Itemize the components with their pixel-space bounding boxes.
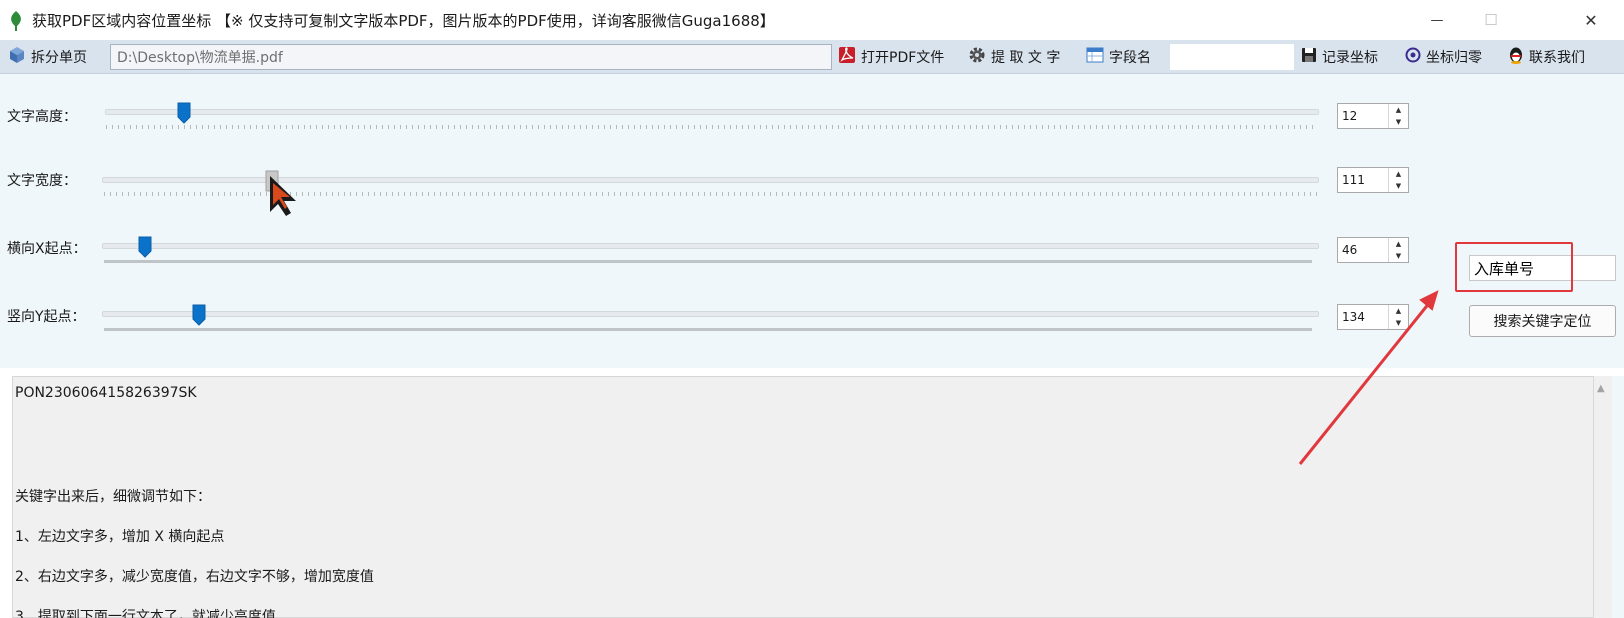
field-name-label: 字段名 [1109,50,1151,66]
toolbar: 拆分单页 打开PDF文件 提 取 文 字 [0,40,1624,74]
annotation-highlight-box [1455,242,1573,292]
control-panel: 文字高度： 12 ▲ ▼ 文字宽度： 111 ▲ ▼ 横向X起点： 46 ▲ ▼… [0,74,1624,368]
decrement-arrow-icon[interactable]: ▼ [1389,317,1408,329]
text-width-ticks [104,192,1318,196]
x-start-track [102,243,1319,249]
file-path-input[interactable] [110,44,832,70]
field-name-button[interactable]: 字段名 [1086,45,1151,69]
split-page-label: 拆分单页 [31,50,87,66]
maximize-icon: ☐ [1484,11,1498,29]
minimize-button[interactable]: — [1417,6,1457,34]
x-start-baseline [104,260,1312,263]
scroll-up-arrow-icon[interactable]: ▲ [1597,383,1605,394]
x-start-label: 横向X起点： [7,241,87,257]
output-line: 3、提取到下面一行文本了，就减少高度值 [15,609,276,618]
right-edge [1612,376,1624,618]
text-height-value: 12 [1342,109,1358,123]
x-start-value: 46 [1342,243,1358,257]
gear-icon [968,46,986,68]
y-start-thumb[interactable] [192,304,206,326]
y-start-baseline [104,328,1312,331]
reset-coords-label: 坐标归零 [1426,50,1482,66]
text-height-thumb[interactable] [177,102,191,124]
close-icon: ✕ [1584,10,1598,30]
leaf-icon [9,11,23,35]
pdf-icon [838,46,856,68]
output-text-area[interactable]: PON230606415826397SK 关键字出来后，细微调节如下： 1、左边… [12,376,1594,618]
field-name-input[interactable] [1170,44,1294,70]
text-width-arrows: ▲ ▼ [1388,168,1408,192]
text-height-track [105,109,1319,115]
maximize-button[interactable]: ☐ [1471,6,1511,34]
text-width-label: 文字宽度： [7,173,77,189]
open-pdf-label: 打开PDF文件 [861,50,945,66]
y-start-spinner[interactable]: 134 ▲ ▼ [1337,304,1409,330]
window-title: 获取PDF区域内容位置坐标 【※ 仅支持可复制文字版本PDF，图片版本的PDF使… [32,12,775,30]
extract-text-button[interactable]: 提 取 文 字 [968,45,1060,69]
output-scrollbar[interactable]: ▲ [1594,376,1612,618]
output-line: 关键字出来后，细微调节如下： [15,489,211,505]
extract-text-label: 提 取 文 字 [991,50,1061,66]
text-width-value: 111 [1342,173,1365,187]
search-keyword-button[interactable]: 搜索关键字定位 [1469,305,1616,337]
minimize-icon: — [1430,12,1444,28]
penguin-icon [1508,46,1524,68]
text-width-spinner[interactable]: 111 ▲ ▼ [1337,167,1409,193]
y-start-value: 134 [1342,310,1365,324]
text-height-arrows: ▲ ▼ [1388,104,1408,128]
y-start-track [102,311,1319,317]
x-start-spinner[interactable]: 46 ▲ ▼ [1337,237,1409,263]
record-coords-label: 记录坐标 [1322,50,1378,66]
cube-icon [8,46,26,68]
decrement-arrow-icon[interactable]: ▼ [1389,116,1408,128]
open-pdf-button[interactable]: 打开PDF文件 [838,45,944,69]
text-height-label: 文字高度： [7,109,77,125]
increment-arrow-icon[interactable]: ▲ [1389,238,1408,250]
output-line: PON230606415826397SK [15,385,197,401]
save-icon [1301,47,1317,67]
decrement-arrow-icon[interactable]: ▼ [1389,180,1408,192]
text-width-thumb[interactable] [265,170,279,192]
close-button[interactable]: ✕ [1571,6,1611,34]
y-start-arrows: ▲ ▼ [1388,305,1408,329]
title-bar: 获取PDF区域内容位置坐标 【※ 仅支持可复制文字版本PDF，图片版本的PDF使… [0,0,1624,40]
text-height-spinner[interactable]: 12 ▲ ▼ [1337,103,1409,129]
decrement-arrow-icon[interactable]: ▼ [1389,250,1408,262]
output-line: 2、右边文字多，减少宽度值，右边文字不够，增加宽度值 [15,569,374,585]
y-start-label: 竖向Y起点： [7,309,86,325]
output-line: 1、左边文字多，增加 X 横向起点 [15,529,225,545]
record-coords-button[interactable]: 记录坐标 [1301,45,1378,69]
x-start-thumb[interactable] [138,236,152,258]
target-icon [1405,47,1421,67]
text-width-track [102,177,1319,183]
contact-us-label: 联系我们 [1529,50,1585,66]
increment-arrow-icon[interactable]: ▲ [1389,305,1408,317]
table-icon [1086,47,1104,67]
text-height-ticks [106,125,1318,129]
reset-coords-button[interactable]: 坐标归零 [1405,45,1482,69]
split-page-button[interactable]: 拆分单页 [8,45,87,69]
x-start-arrows: ▲ ▼ [1388,238,1408,262]
increment-arrow-icon[interactable]: ▲ [1389,168,1408,180]
increment-arrow-icon[interactable]: ▲ [1389,104,1408,116]
contact-us-button[interactable]: 联系我们 [1508,45,1585,69]
